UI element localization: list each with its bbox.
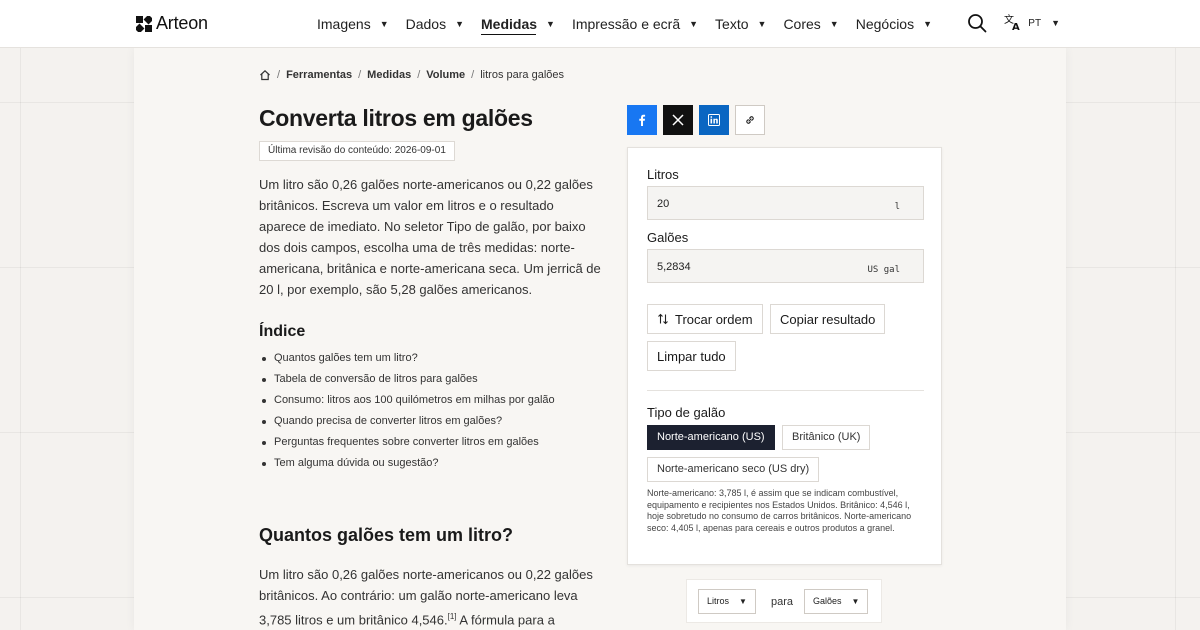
liters-unit: l [894, 202, 900, 212]
header-actions: 文 A PT ▼ [966, 12, 1060, 34]
chevron-down-icon: ▼ [829, 19, 839, 29]
chevron-down-icon: ▼ [851, 597, 860, 606]
x-share-button[interactable] [663, 105, 693, 135]
nav-label: Texto [715, 16, 749, 32]
nav-item-medidas[interactable]: Medidas ▼ [481, 0, 555, 48]
logo[interactable]: Arteon [136, 13, 208, 34]
revision-badge: Última revisão do conteúdo: 2026-09-01 [259, 141, 455, 161]
nav-label: Impressão e ecrã [571, 16, 681, 32]
breadcrumb-current: litros para galões [480, 69, 565, 81]
breadcrumb-medidas[interactable]: Medidas [367, 69, 411, 81]
chevron-down-icon: ▼ [379, 19, 389, 29]
link-icon [746, 116, 754, 124]
from-unit-select[interactable]: Litros ▼ [698, 589, 756, 614]
nav-label: Medidas [481, 16, 538, 32]
chevron-down-icon: ▼ [923, 19, 933, 29]
gallon-type-us-dry[interactable]: Norte-americano seco (US dry) [647, 457, 820, 482]
toc-link[interactable]: Consumo: litros aos 100 quilómetros em m… [262, 390, 555, 411]
nav-item-dados[interactable]: Dados ▼ [406, 0, 464, 48]
gallons-input[interactable]: 5,2834 US gal [647, 249, 924, 283]
divider [647, 390, 924, 391]
swap-icon [658, 313, 668, 325]
home-icon[interactable] [259, 69, 271, 81]
translate-icon: 文 A [1004, 13, 1022, 34]
paragraph-text: A fórmula para a [456, 612, 555, 628]
chevron-down-icon: ▼ [689, 19, 699, 29]
main-nav: Imagens ▼ Dados ▼ Medidas ▼ Impressão e … [317, 0, 949, 48]
swap-order-label: Trocar ordem [675, 311, 753, 327]
nav-item-negocios[interactable]: Negócios ▼ [856, 0, 932, 48]
copy-result-label: Copiar resultado [780, 311, 876, 327]
table-of-contents: Quantos galões tem um litro? Tabela de c… [262, 348, 555, 474]
chevron-down-icon: ▼ [757, 19, 767, 29]
site-header: Arteon Imagens ▼ Dados ▼ Medidas ▼ Impre… [0, 0, 1200, 48]
linkedin-share-button[interactable] [699, 105, 729, 135]
liters-label: Litros [647, 167, 679, 182]
to-unit-select[interactable]: Galões ▼ [804, 589, 869, 614]
x-icon [672, 114, 684, 126]
gallon-type-us[interactable]: Norte-americano (US) [647, 425, 775, 450]
toc-link[interactable]: Tem alguma dúvida ou sugestão? [262, 453, 555, 474]
gallon-type-uk[interactable]: Britânico (UK) [782, 425, 871, 450]
nav-item-imagens[interactable]: Imagens ▼ [317, 0, 389, 48]
language-code: PT [1028, 17, 1042, 29]
share-buttons [627, 105, 765, 135]
breadcrumb-volume[interactable]: Volume [426, 69, 465, 81]
nav-label: Negócios [855, 16, 915, 32]
language-selector[interactable]: 文 A PT ▼ [1004, 13, 1060, 34]
unit-to-word: para [771, 596, 794, 608]
toc-link[interactable]: Quantos galões tem um litro? [262, 348, 555, 369]
chevron-down-icon: ▼ [455, 19, 465, 29]
index-title: Índice [259, 323, 306, 340]
to-unit-value: Galões [813, 596, 842, 606]
nav-label: Cores [783, 16, 821, 32]
converter-panel: Litros 20 l Galões 5,2834 US gal Trocar … [627, 147, 942, 565]
search-icon[interactable] [966, 12, 988, 34]
breadcrumb-separator: / [358, 69, 362, 81]
page-title: Converta litros em galões [259, 105, 533, 131]
nav-label: Dados [405, 16, 447, 32]
facebook-icon [639, 114, 646, 126]
facebook-share-button[interactable] [627, 105, 657, 135]
breadcrumb: / Ferramentas / Medidas / Volume / litro… [259, 69, 564, 81]
toc-link[interactable]: Tabela de conversão de litros para galõe… [262, 369, 555, 390]
chevron-down-icon: ▼ [1051, 18, 1060, 28]
nav-item-cores[interactable]: Cores ▼ [783, 0, 838, 48]
toc-link[interactable]: Perguntas frequentes sobre converter lit… [262, 432, 555, 453]
gallon-type-label: Tipo de galão [647, 405, 726, 420]
linkedin-icon [708, 114, 720, 126]
gallons-label: Galões [647, 230, 689, 245]
toc-link[interactable]: Quando precisa de converter litros em ga… [262, 411, 555, 432]
intro-paragraph: Um litro são 0,26 galões norte-americano… [259, 177, 601, 297]
breadcrumb-separator: / [417, 69, 421, 81]
from-unit-value: Litros [707, 596, 730, 606]
copy-result-button[interactable]: Copiar resultado [770, 304, 886, 334]
breadcrumb-separator: / [471, 69, 475, 81]
page-content: / Ferramentas / Medidas / Volume / litro… [134, 48, 1066, 630]
logo-text: Arteon [156, 13, 208, 33]
gallons-unit: US gal [867, 265, 900, 275]
copy-link-button[interactable] [735, 105, 765, 135]
gallon-type-note: Norte-americano: 3,785 l, é assim que se… [647, 488, 912, 533]
gallons-value: 5,2834 [657, 261, 691, 273]
chevron-down-icon: ▼ [739, 597, 747, 606]
nav-label: Imagens [317, 16, 371, 32]
svg-text:A: A [1012, 22, 1020, 31]
unit-selector: Litros ▼ para Galões ▼ [686, 579, 882, 623]
logo-icon [136, 15, 152, 32]
clear-all-button[interactable]: Limpar tudo [647, 341, 736, 371]
nav-item-impressao[interactable]: Impressão e ecrã ▼ [572, 0, 698, 48]
chevron-down-icon: ▼ [546, 19, 555, 29]
breadcrumb-separator: / [277, 69, 281, 81]
liters-input[interactable]: 20 l [647, 186, 924, 220]
clear-all-label: Limpar tudo [657, 348, 726, 364]
nav-item-texto[interactable]: Texto ▼ [715, 0, 766, 48]
section-paragraph: Um litro são 0,26 galões norte-americano… [259, 564, 604, 630]
breadcrumb-ferramentas[interactable]: Ferramentas [286, 69, 352, 81]
footnote-link[interactable]: [1] [448, 612, 457, 621]
swap-order-button[interactable]: Trocar ordem [647, 304, 763, 334]
liters-value: 20 [657, 198, 670, 210]
section-heading: Quantos galões tem um litro? [259, 525, 514, 545]
